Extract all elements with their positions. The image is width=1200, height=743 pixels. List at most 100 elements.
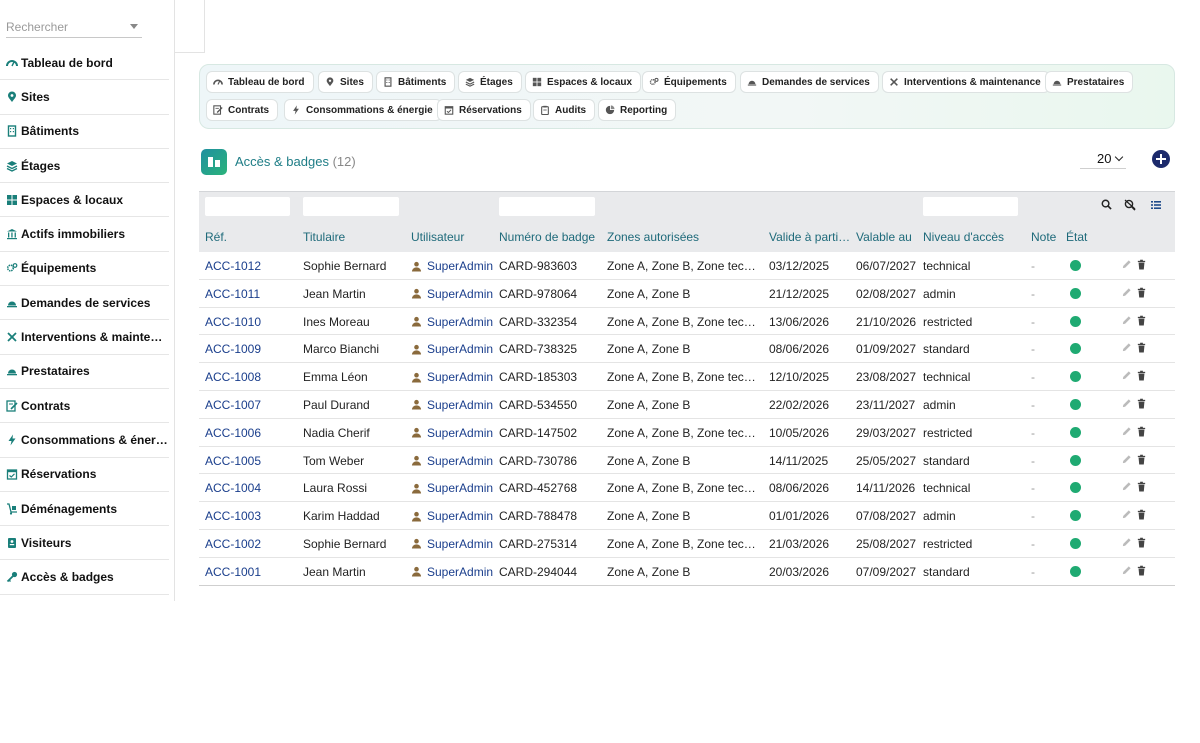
sidebar-item[interactable]: Réservations bbox=[0, 458, 169, 492]
edit-icon[interactable] bbox=[1121, 398, 1132, 409]
table-row[interactable]: ACC-1004 Laura Rossi SuperAdmin CARD-452768… bbox=[199, 474, 1175, 503]
ref-link[interactable]: ACC-1010 bbox=[205, 315, 295, 329]
edit-icon[interactable] bbox=[1121, 426, 1132, 437]
ref-link[interactable]: ACC-1002 bbox=[205, 537, 295, 551]
edit-icon[interactable] bbox=[1121, 315, 1132, 326]
module-pill[interactable]: Réservations bbox=[437, 99, 531, 121]
column-header[interactable]: Titulaire bbox=[303, 230, 403, 244]
sidebar-item[interactable]: Accès & badges bbox=[0, 560, 169, 595]
sidebar-item[interactable]: Espaces & locaux bbox=[0, 183, 169, 218]
filter-level-input[interactable] bbox=[923, 197, 1018, 216]
module-pill[interactable]: Espaces & locaux bbox=[525, 71, 642, 93]
add-record-button[interactable] bbox=[1152, 150, 1170, 168]
edit-icon[interactable] bbox=[1121, 342, 1132, 353]
sidebar-item[interactable]: Interventions & maintenance bbox=[0, 320, 169, 355]
column-header[interactable]: Niveau d'accès bbox=[923, 230, 1023, 244]
ref-link[interactable]: ACC-1008 bbox=[205, 370, 295, 384]
sidebar-item[interactable]: Visiteurs bbox=[0, 526, 169, 561]
per-page-select[interactable]: 20 bbox=[1080, 150, 1126, 169]
table-row[interactable]: ACC-1001 Jean Martin SuperAdmin CARD-294044… bbox=[199, 558, 1175, 586]
module-pill[interactable]: Reporting bbox=[598, 99, 677, 121]
module-pill[interactable]: Sites bbox=[318, 71, 373, 93]
column-header[interactable]: Valable au bbox=[856, 230, 918, 244]
ref-link[interactable]: ACC-1004 bbox=[205, 481, 295, 495]
edit-icon[interactable] bbox=[1121, 537, 1132, 548]
delete-icon[interactable] bbox=[1136, 315, 1147, 326]
delete-icon[interactable] bbox=[1136, 398, 1147, 409]
sidebar-item[interactable]: Contrats bbox=[0, 389, 169, 424]
filter-badge-input[interactable] bbox=[499, 197, 595, 216]
module-pill[interactable]: Audits bbox=[533, 99, 596, 121]
table-row[interactable]: ACC-1011 Jean Martin SuperAdmin CARD-978064… bbox=[199, 280, 1175, 308]
sidebar-item[interactable]: Déménagements bbox=[0, 492, 169, 527]
edit-icon[interactable] bbox=[1121, 454, 1132, 465]
sidebar-item[interactable]: Équipements bbox=[0, 252, 169, 287]
delete-icon[interactable] bbox=[1136, 565, 1147, 576]
column-header[interactable]: Réf. bbox=[205, 230, 295, 244]
search-icon[interactable] bbox=[1101, 199, 1112, 213]
column-header[interactable]: Utilisateur bbox=[411, 230, 496, 244]
user-link[interactable]: SuperAdmin bbox=[411, 565, 499, 579]
module-pill[interactable]: Consommations & énergie bbox=[284, 99, 442, 121]
module-pill[interactable]: Demandes de services bbox=[740, 71, 879, 93]
ref-link[interactable]: ACC-1011 bbox=[205, 287, 295, 301]
user-link[interactable]: SuperAdmin bbox=[411, 537, 499, 551]
sidebar-item[interactable]: Étages bbox=[0, 149, 169, 184]
column-header[interactable]: Zones autorisées bbox=[607, 230, 762, 244]
delete-icon[interactable] bbox=[1136, 537, 1147, 548]
user-link[interactable]: SuperAdmin bbox=[411, 509, 499, 523]
delete-icon[interactable] bbox=[1136, 454, 1147, 465]
ref-link[interactable]: ACC-1012 bbox=[205, 259, 295, 273]
sidebar-item[interactable]: Bâtiments bbox=[0, 115, 169, 149]
sidebar-item[interactable]: Actifs immobiliers bbox=[0, 217, 169, 252]
table-row[interactable]: ACC-1005 Tom Weber SuperAdmin CARD-730786 Zo… bbox=[199, 447, 1175, 475]
ref-link[interactable]: ACC-1007 bbox=[205, 398, 295, 412]
edit-icon[interactable] bbox=[1121, 287, 1132, 298]
delete-icon[interactable] bbox=[1136, 426, 1147, 437]
edit-icon[interactable] bbox=[1121, 565, 1132, 576]
module-pill[interactable]: Étages bbox=[458, 71, 522, 93]
user-link[interactable]: SuperAdmin bbox=[411, 287, 499, 301]
user-link[interactable]: SuperAdmin bbox=[411, 342, 499, 356]
ref-link[interactable]: ACC-1005 bbox=[205, 454, 295, 468]
ref-link[interactable]: ACC-1009 bbox=[205, 342, 295, 356]
user-link[interactable]: SuperAdmin bbox=[411, 259, 499, 273]
delete-icon[interactable] bbox=[1136, 342, 1147, 353]
delete-icon[interactable] bbox=[1136, 287, 1147, 298]
user-link[interactable]: SuperAdmin bbox=[411, 398, 499, 412]
module-pill[interactable]: Interventions & maintenance bbox=[882, 71, 1050, 93]
sidebar-item[interactable]: Prestataires bbox=[0, 355, 169, 389]
table-row[interactable]: ACC-1006 Nadia Cherif SuperAdmin CARD-14750… bbox=[199, 419, 1175, 447]
user-link[interactable]: SuperAdmin bbox=[411, 454, 499, 468]
module-pill[interactable]: Équipements bbox=[642, 71, 736, 93]
module-pill[interactable]: Tableau de bord bbox=[206, 71, 314, 93]
user-link[interactable]: SuperAdmin bbox=[411, 315, 499, 329]
sidebar-item[interactable]: Sites bbox=[0, 80, 169, 115]
column-header[interactable]: Note bbox=[1031, 230, 1061, 244]
ref-link[interactable]: ACC-1001 bbox=[205, 565, 295, 579]
edit-icon[interactable] bbox=[1121, 259, 1132, 270]
delete-icon[interactable] bbox=[1136, 259, 1147, 270]
column-header[interactable]: Valide à partir du bbox=[769, 230, 851, 244]
user-link[interactable]: SuperAdmin bbox=[411, 481, 499, 495]
column-header[interactable]: État bbox=[1066, 230, 1096, 244]
table-row[interactable]: ACC-1007 Paul Durand SuperAdmin CARD-534550… bbox=[199, 391, 1175, 419]
caret-down-icon[interactable] bbox=[130, 24, 138, 29]
sidebar-item[interactable]: Consommations & énergie bbox=[0, 423, 169, 458]
delete-icon[interactable] bbox=[1136, 509, 1147, 520]
search-select[interactable]: Rechercher bbox=[6, 14, 142, 38]
sidebar-item[interactable]: Tableau de bord bbox=[0, 46, 169, 81]
table-row[interactable]: ACC-1002 Sophie Bernard SuperAdmin CARD-275… bbox=[199, 530, 1175, 558]
table-row[interactable]: ACC-1010 Ines Moreau SuperAdmin CARD-332354… bbox=[199, 308, 1175, 336]
user-link[interactable]: SuperAdmin bbox=[411, 426, 499, 440]
column-header[interactable]: Numéro de badge bbox=[499, 230, 604, 244]
ref-link[interactable]: ACC-1003 bbox=[205, 509, 295, 523]
module-pill[interactable]: Prestataires bbox=[1045, 71, 1134, 93]
module-pill[interactable]: Contrats bbox=[206, 99, 279, 121]
delete-icon[interactable] bbox=[1136, 370, 1147, 381]
edit-icon[interactable] bbox=[1121, 509, 1132, 520]
filter-holder-input[interactable] bbox=[303, 197, 399, 216]
sidebar-item[interactable]: Demandes de services bbox=[0, 286, 169, 321]
ref-link[interactable]: ACC-1006 bbox=[205, 426, 295, 440]
clear-filter-icon[interactable] bbox=[1124, 199, 1136, 214]
